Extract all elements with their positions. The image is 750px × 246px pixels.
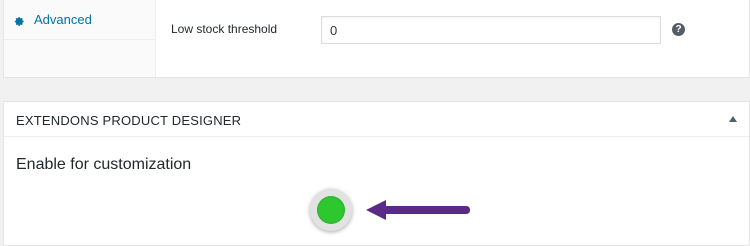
sidebar-item-advanced[interactable]: Advanced xyxy=(4,0,155,40)
low-stock-threshold-label: Low stock threshold xyxy=(171,22,278,36)
question-icon[interactable]: ? xyxy=(672,23,685,36)
toggle-on-indicator xyxy=(317,196,345,224)
enable-customization-heading: Enable for customization xyxy=(16,156,192,173)
sidebar-item-label: Advanced xyxy=(34,11,92,27)
product-designer-header[interactable]: EXTENDONS PRODUCT DESIGNER xyxy=(4,102,749,137)
product-data-tabs: Advanced xyxy=(4,0,156,77)
gear-icon xyxy=(14,14,25,26)
pointer-arrow-icon xyxy=(366,200,470,220)
product-designer-box: EXTENDONS PRODUCT DESIGNER Enable for cu… xyxy=(3,101,750,246)
product-designer-title: EXTENDONS PRODUCT DESIGNER xyxy=(16,113,242,128)
inventory-panel: Advanced Low stock threshold ? xyxy=(3,0,750,78)
enable-customization-toggle[interactable] xyxy=(310,189,352,231)
low-stock-threshold-input[interactable] xyxy=(321,16,661,44)
collapse-arrow-icon[interactable] xyxy=(729,116,737,122)
